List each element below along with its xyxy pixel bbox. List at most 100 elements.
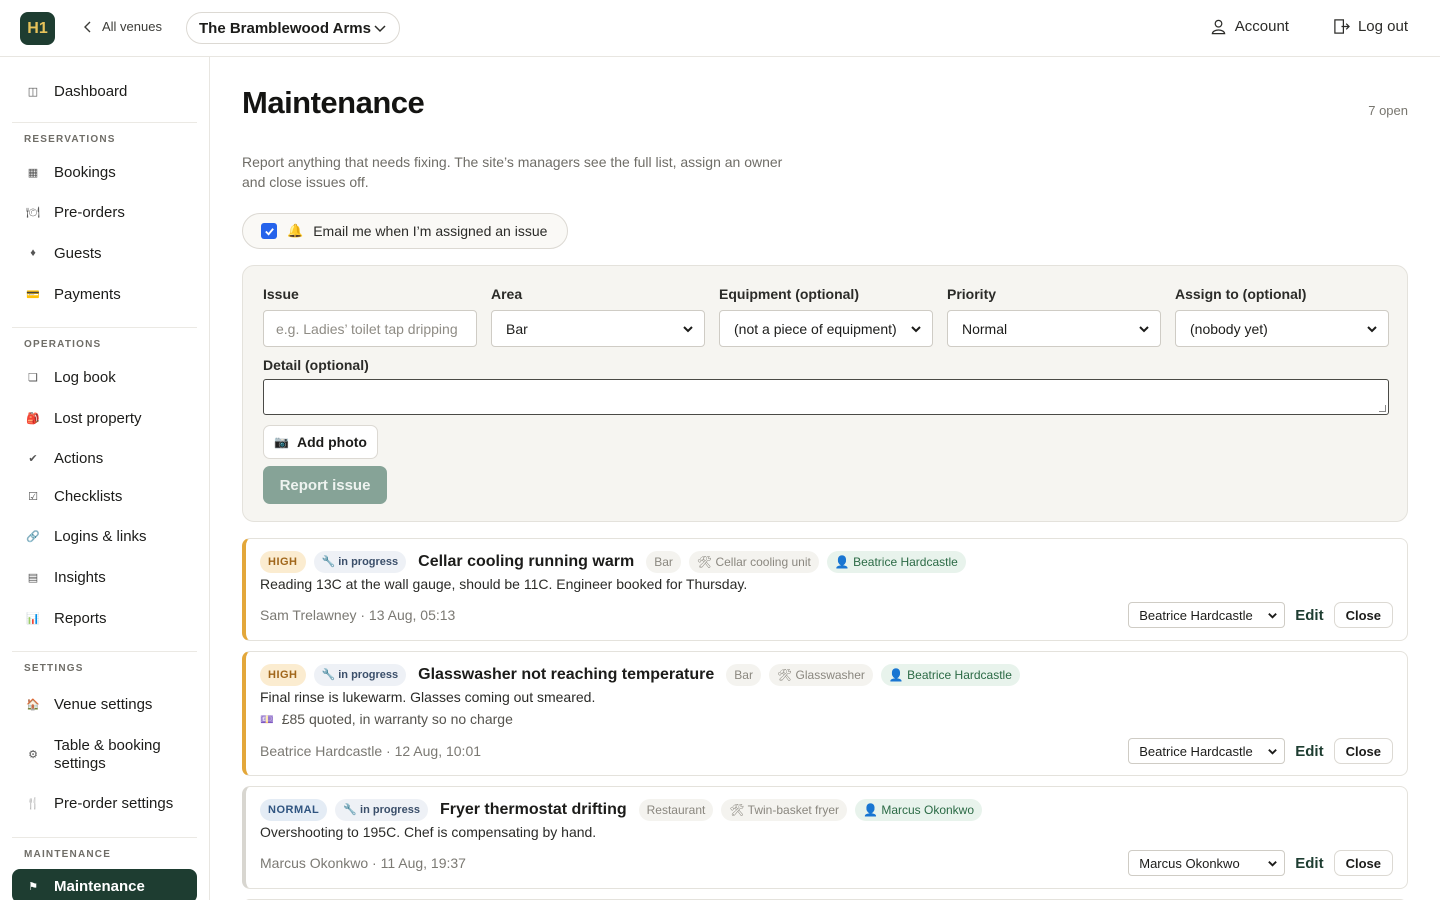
- sidebar: ◫ Dashboard RESERVATIONS ▦ Bookings 🍽 Pr…: [0, 57, 210, 900]
- sidebar-item-label: Maintenance: [54, 877, 145, 895]
- detail-textarea[interactable]: [263, 379, 1389, 415]
- sidebar-item-logbook[interactable]: ❏ Log book: [12, 360, 197, 394]
- sidebar-item-label: Insights: [54, 568, 106, 586]
- equipment-tag: 🛠 Cellar cooling unit: [688, 551, 819, 573]
- sidebar-item-label: Checklists: [54, 487, 123, 505]
- sidebar-divider: [12, 122, 197, 123]
- account-link[interactable]: Account: [1210, 18, 1289, 35]
- account-label: Account: [1234, 18, 1289, 35]
- bar-chart-icon: 📊: [26, 612, 40, 625]
- equipment-select[interactable]: (not a piece of equipment): [719, 310, 933, 347]
- priority-select[interactable]: Normal: [947, 310, 1161, 347]
- issue-assign-value: Beatrice Hardcastle: [1139, 743, 1253, 759]
- area-value: Bar: [506, 320, 528, 337]
- sidebar-item-venue-settings[interactable]: 🏠 Venue settings: [12, 687, 197, 721]
- edit-button[interactable]: Edit: [1293, 743, 1325, 760]
- sidebar-item-preorder-settings[interactable]: 🍴 Pre-order settings: [12, 786, 197, 820]
- issue-input[interactable]: e.g. Ladies’ toilet tap dripping: [263, 310, 477, 347]
- equipment-tag: 🛠 Twin-basket fryer: [721, 799, 848, 821]
- priority-label: Priority: [947, 286, 997, 302]
- sidebar-item-label: Payments: [54, 285, 121, 303]
- section-heading-reservations: RESERVATIONS: [24, 134, 116, 145]
- sidebar-item-label: Pre-orders: [54, 203, 125, 221]
- chevron-down-icon: [911, 325, 921, 332]
- flag-icon: ⚑: [28, 880, 38, 893]
- assignee-tag: 👤 Marcus Okonkwo: [855, 799, 983, 821]
- close-issue-button[interactable]: Close: [1333, 602, 1393, 628]
- sidebar-item-preorders[interactable]: 🍽 Pre-orders: [12, 195, 197, 229]
- equipment-tag: 🛠 Glasswasher: [768, 664, 873, 686]
- area-tag: Bar: [726, 664, 761, 686]
- priority-value: Normal: [962, 320, 1008, 337]
- issue-assign-select[interactable]: Marcus Okonkwo: [1128, 850, 1286, 876]
- venue-switcher[interactable]: The Bramblewood Arms: [186, 12, 400, 44]
- issue-meta: Marcus Okonkwo · 11 Aug, 19:37: [260, 855, 466, 871]
- app-logo[interactable]: H1: [20, 12, 55, 45]
- close-issue-button[interactable]: Close: [1333, 738, 1393, 764]
- assign-label: Assign to (optional): [1175, 286, 1307, 302]
- email-toggle-label: Email me when I’m assigned an issue: [313, 223, 548, 239]
- bell-icon: 🔔: [287, 223, 304, 238]
- sidebar-item-actions[interactable]: ✔ Actions: [12, 441, 197, 475]
- sidebar-item-label: Guests: [54, 244, 102, 262]
- sidebar-item-label: Bookings: [54, 163, 116, 181]
- dashboard-icon: ◫: [27, 85, 39, 98]
- issue-title: Cellar cooling running warm: [418, 553, 635, 570]
- issue-description: Final rinse is lukewarm. Glasses coming …: [260, 689, 596, 705]
- chevron-down-icon: [374, 25, 386, 33]
- sidebar-item-bookings[interactable]: ▦ Bookings: [12, 155, 197, 189]
- issue-card: HIGH 🔧 in progress Glasswasher not reach…: [242, 651, 1408, 776]
- user-icon: [1211, 19, 1226, 35]
- section-heading-operations: OPERATIONS: [24, 339, 102, 350]
- sidebar-item-label: Lost property: [54, 409, 142, 427]
- resize-handle[interactable]: [1379, 405, 1386, 412]
- email-assigned-toggle[interactable]: 🔔 Email me when I’m assigned an issue: [242, 213, 568, 249]
- sidebar-item-logins[interactable]: 🔗 Logins & links: [12, 519, 197, 553]
- chevron-down-icon: [1268, 748, 1278, 755]
- status-badge: 🔧 in progress: [313, 664, 407, 686]
- sidebar-item-label: Logins & links: [54, 527, 147, 545]
- sidebar-item-label: Reports: [54, 609, 107, 627]
- sidebar-item-guests[interactable]: ♦ Guests: [12, 236, 197, 270]
- sidebar-divider: [12, 327, 197, 328]
- email-checkbox[interactable]: [261, 223, 277, 239]
- sidebar-item-dashboard[interactable]: ◫ Dashboard: [12, 74, 197, 108]
- sidebar-item-insights[interactable]: ▤ Insights: [12, 560, 197, 594]
- edit-button[interactable]: Edit: [1293, 855, 1325, 872]
- close-issue-button[interactable]: Close: [1333, 850, 1393, 876]
- sidebar-item-table-booking-settings[interactable]: ⚙ Table & booking settings: [12, 733, 197, 777]
- sidebar-item-payments[interactable]: 💳 Payments: [12, 277, 197, 311]
- intro-text: Report anything that needs fixing. The s…: [242, 154, 783, 190]
- gear-icon: ⚙: [28, 749, 38, 761]
- sidebar-item-maintenance[interactable]: ⚑ Maintenance: [12, 869, 197, 900]
- issue-label: Issue: [263, 286, 299, 302]
- chevron-down-icon: [1268, 612, 1278, 619]
- issue-title: Glasswasher not reaching temperature: [418, 666, 715, 683]
- add-photo-button[interactable]: 📷 Add photo: [263, 425, 378, 459]
- issue-assign-select[interactable]: Beatrice Hardcastle: [1128, 602, 1286, 628]
- area-select[interactable]: Bar: [491, 310, 705, 347]
- sidebar-item-checklists[interactable]: ☑ Checklists: [12, 479, 197, 513]
- issue-description: Overshooting to 195C. Chef is compensati…: [260, 824, 597, 840]
- report-issue-form: Issue e.g. Ladies’ toilet tap dripping A…: [242, 265, 1408, 522]
- chevron-down-icon: [1268, 860, 1278, 867]
- assign-select[interactable]: (nobody yet): [1175, 310, 1389, 347]
- open-count: 7 open: [1368, 103, 1408, 118]
- issue-card: NORMAL 🔧 in progress Fryer thermostat dr…: [242, 786, 1408, 889]
- issue-assign-select[interactable]: Beatrice Hardcastle: [1128, 738, 1286, 764]
- assignee-tag: 👤 Beatrice Hardcastle: [880, 664, 1020, 686]
- sidebar-item-lost-property[interactable]: 🎒 Lost property: [12, 401, 197, 435]
- sidebar-item-label: Pre-order settings: [54, 794, 174, 812]
- sidebar-item-label: Venue settings: [54, 695, 153, 713]
- add-photo-label: Add photo: [296, 434, 367, 450]
- all-venues-link[interactable]: All venues: [82, 19, 162, 34]
- assignee-tag: 👤 Beatrice Hardcastle: [826, 551, 966, 573]
- assign-value: (nobody yet): [1190, 320, 1268, 337]
- sidebar-item-reports[interactable]: 📊 Reports: [12, 601, 197, 635]
- checkbox-icon: ☑: [28, 490, 38, 503]
- logout-icon: [1334, 19, 1350, 34]
- edit-button[interactable]: Edit: [1293, 607, 1325, 624]
- report-issue-button[interactable]: Report issue: [263, 466, 387, 504]
- card-icon: 💳: [26, 288, 40, 301]
- logout-link[interactable]: Log out: [1333, 18, 1408, 35]
